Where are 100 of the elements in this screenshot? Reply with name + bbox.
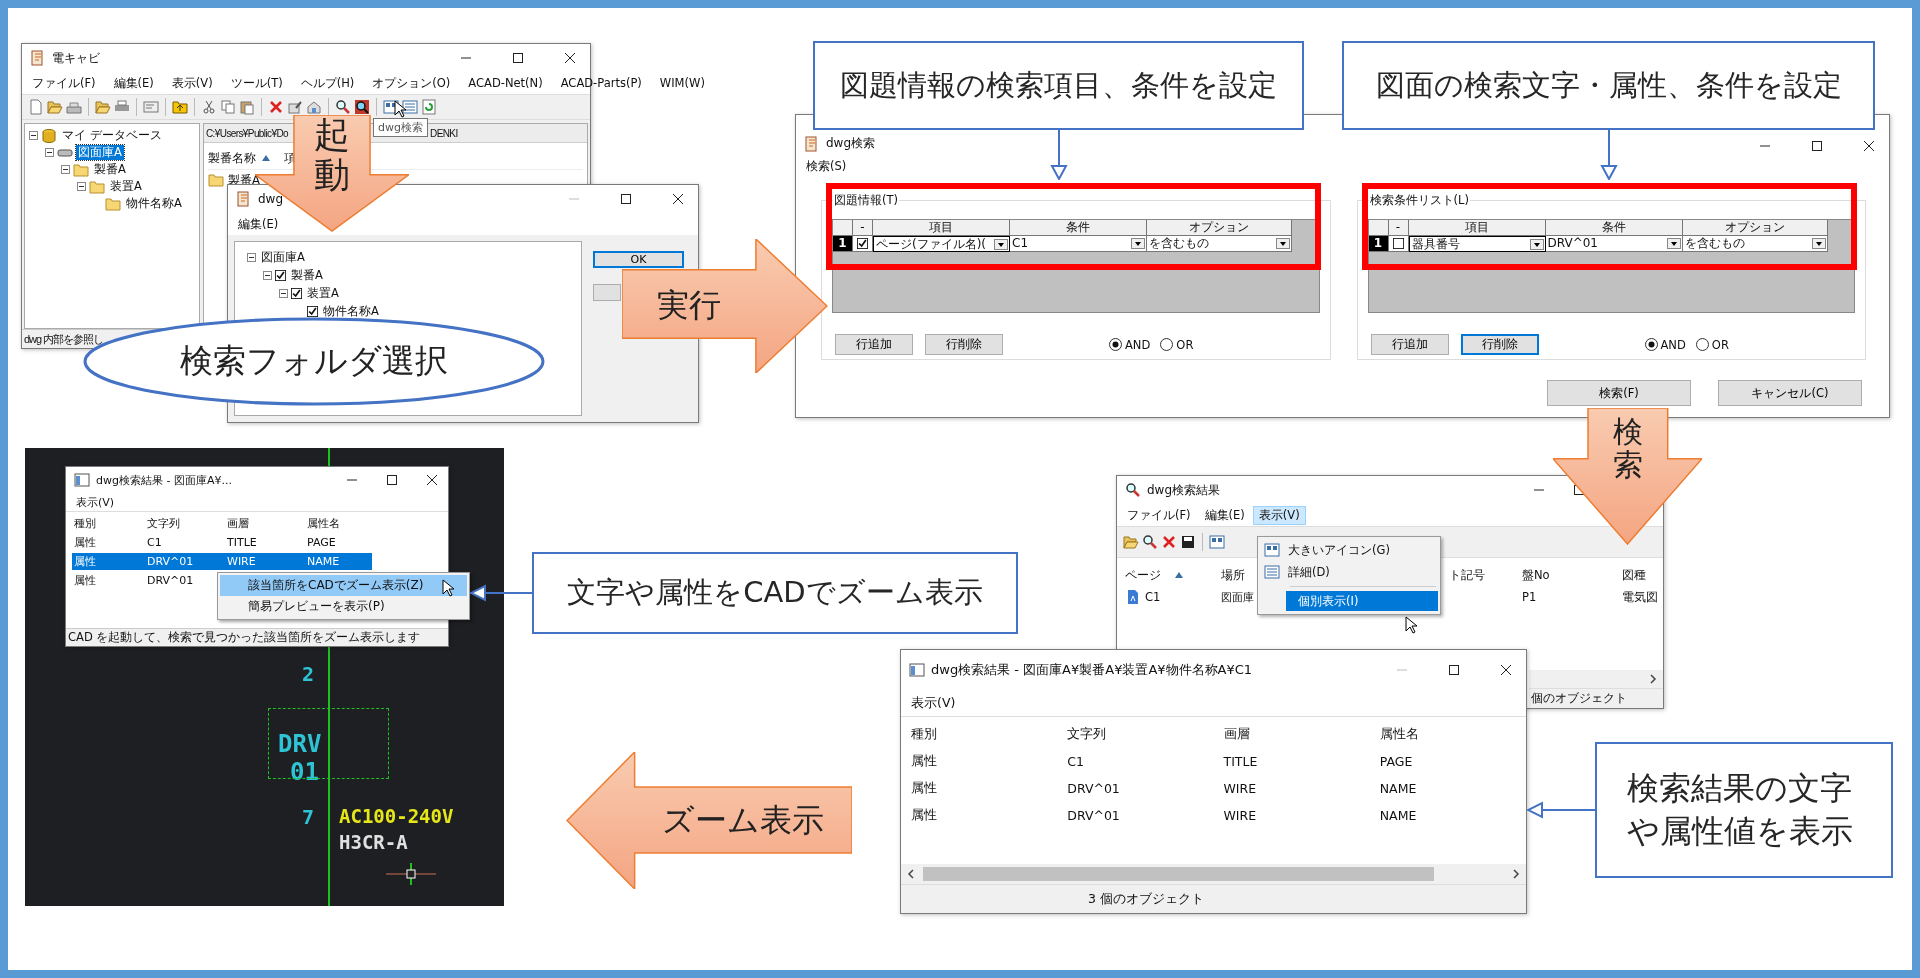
table-cell-text: 属性 — [910, 780, 938, 797]
window-title: dwg検索 — [826, 135, 876, 152]
window-title: dwg — [258, 192, 284, 206]
cad-text: 01 — [290, 760, 319, 784]
menu-item[interactable]: 個別表示(I) — [1286, 591, 1438, 611]
column-header[interactable]: ト記号 — [1449, 567, 1485, 583]
button[interactable]: 行削除 — [1460, 334, 1539, 355]
button[interactable]: OK — [593, 251, 684, 268]
cad-text: DRV — [278, 732, 322, 756]
column-header: - — [853, 220, 873, 236]
menu-item[interactable]: 編集(E) — [107, 73, 160, 93]
callout: 図面の検索文字・属性、条件を設定 — [1342, 41, 1875, 130]
table-cell-text: PAGE — [1378, 754, 1414, 769]
table-cell: 電気図 — [1622, 589, 1658, 605]
row-number: 1 — [1368, 236, 1389, 252]
tree-item[interactable]: 図面庫A — [76, 145, 124, 160]
dropdown-field[interactable]: DRV^01 — [1545, 236, 1683, 252]
button[interactable]: キャンセル(C) — [1718, 380, 1862, 406]
callout: 検索結果の文字や属性値を表示 — [1595, 742, 1893, 878]
tree-item[interactable]: 装置A — [305, 285, 341, 301]
menu-item[interactable]: 該当箇所をCADでズーム表示(Z) — [220, 575, 467, 596]
path-text: C:¥Users¥Public¥Do — [206, 127, 289, 139]
column-header[interactable]: ページ — [1125, 567, 1161, 583]
cad-text: H3CR-A — [339, 833, 408, 852]
arrow-label: 実行 — [656, 285, 721, 326]
column-header[interactable]: 文字列 — [139, 516, 219, 531]
column-header[interactable]: 製番名称 — [208, 150, 256, 166]
menu-item[interactable]: 大きいアイコン(G) — [1260, 540, 1438, 560]
menu-item[interactable]: 編集(E) — [232, 214, 285, 234]
menu-item[interactable]: ファイル(F) — [1121, 505, 1197, 525]
field-value: を含むもの — [1149, 236, 1210, 251]
button[interactable]: 行追加 — [1370, 334, 1449, 355]
table-cell-text: TITLE — [226, 536, 258, 549]
window-title: dwg検索結果 - 図面庫A¥... — [96, 472, 232, 488]
menu-item[interactable]: 表示(V) — [905, 692, 962, 714]
row-number: 1 — [833, 236, 853, 252]
button[interactable]: 行追加 — [835, 334, 913, 355]
menu-item[interactable]: 表示(V) — [70, 492, 121, 512]
tree-item[interactable]: 図面庫A — [259, 249, 307, 265]
radio-button[interactable]: OR — [1160, 337, 1194, 352]
column-header[interactable]: 属性名 — [299, 516, 379, 531]
radio-button[interactable]: AND — [1109, 337, 1151, 352]
arrow-label: 検索 — [1612, 415, 1643, 482]
tree-item[interactable]: 製番A — [289, 267, 325, 283]
cad-text: 7 — [302, 807, 315, 827]
dropdown-field[interactable]: ページ(ファイル名)( — [873, 236, 1010, 252]
window-title: dwg検索結果 — [1147, 481, 1221, 499]
menu-item[interactable]: 簡易プレビューを表示(P) — [220, 596, 467, 617]
status-bar: CAD を起動して、検索で見つかった該当箇所をズーム表示します — [66, 628, 448, 646]
menu-item[interactable]: 検索(S) — [800, 156, 853, 176]
group-title: 図題情報(T) — [833, 193, 899, 208]
column-header[interactable]: 画層 — [219, 516, 299, 531]
radio-button[interactable]: AND — [1644, 337, 1686, 352]
menu-item[interactable]: ファイル(F) — [26, 73, 102, 93]
callout: 図題情報の検索項目、条件を設定 — [813, 41, 1304, 130]
menu-item[interactable]: 表示(V) — [165, 73, 219, 93]
field-value: を含むもの — [1684, 236, 1746, 251]
cad-text: AC100-240V — [339, 807, 454, 826]
menu-item[interactable]: WIM(W) — [653, 74, 711, 92]
menu-item[interactable]: オプション(O) — [366, 73, 457, 93]
column-header: - — [1388, 220, 1409, 236]
field-value: 器具番号 — [1411, 237, 1461, 251]
column-header[interactable]: 図種 — [1622, 567, 1646, 583]
column-header[interactable]: 画層 — [1213, 726, 1370, 743]
table-cell-text: PAGE — [306, 536, 337, 549]
field-value: C1 — [1012, 236, 1029, 251]
menu-item[interactable]: 表示(V) — [1252, 505, 1306, 525]
table-cell: 図面庫 — [1221, 589, 1254, 605]
column-header[interactable]: 種別 — [901, 726, 1058, 743]
table-cell-text: 属性 — [910, 807, 938, 824]
column-header[interactable]: 場所 — [1221, 567, 1245, 583]
path-text: DENKI — [430, 127, 458, 139]
dropdown-field[interactable]: 器具番号 — [1408, 236, 1546, 252]
dropdown-field[interactable]: C1 — [1010, 236, 1147, 252]
menu-item[interactable]: 詳細(D) — [1260, 562, 1438, 582]
dropdown-field[interactable]: を含むもの — [1682, 236, 1828, 252]
table-cell-text: 属性 — [73, 573, 97, 588]
tree-item[interactable]: 装置A — [108, 179, 144, 194]
menu-item[interactable]: ツール(T) — [224, 73, 289, 93]
column-header[interactable]: 種別 — [66, 516, 139, 531]
menu-item[interactable]: 編集(E) — [1198, 505, 1251, 525]
field-value: DRV^01 — [1547, 236, 1599, 251]
table-cell-text: WIRE — [1222, 781, 1258, 796]
tree-item[interactable]: 物件名称A — [321, 303, 381, 319]
table-cell-text: WIRE — [226, 555, 257, 568]
menu-item[interactable]: ヘルプ(H) — [294, 73, 361, 93]
tree-item[interactable]: 製番A — [92, 162, 128, 177]
table-cell: P1 — [1522, 590, 1537, 604]
button[interactable]: 検索(F) — [1547, 380, 1691, 406]
column-header[interactable]: 属性名 — [1369, 726, 1526, 743]
tree-item[interactable]: マイ データベース — [60, 128, 164, 143]
dropdown-field[interactable]: を含むもの — [1147, 236, 1292, 252]
column-header[interactable]: 盤No — [1522, 567, 1550, 583]
tree-item[interactable]: 物件名称A — [124, 196, 184, 211]
menu-item[interactable]: ACAD-Net(N) — [462, 74, 549, 92]
table-cell-text: 属性 — [910, 753, 938, 770]
table-cell-text: C1 — [1066, 754, 1085, 769]
column-header[interactable]: 文字列 — [1057, 726, 1214, 743]
radio-button[interactable]: OR — [1695, 337, 1729, 352]
button[interactable]: 行削除 — [925, 334, 1003, 355]
